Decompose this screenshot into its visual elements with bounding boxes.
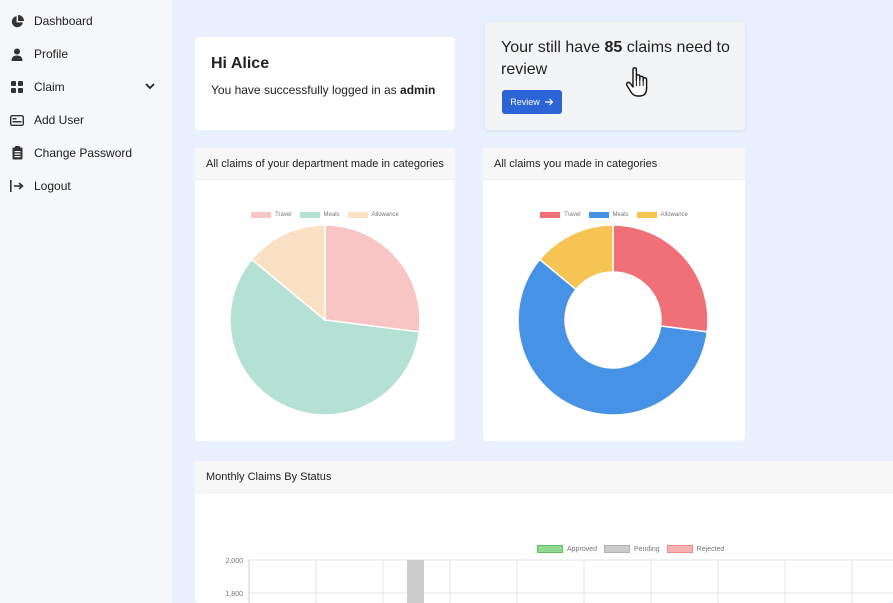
welcome-card: Hi Alice You have successfully logged in… (195, 37, 455, 130)
sidebar-item-claim[interactable]: Claim (10, 77, 170, 97)
y-tick-label: 2,000 (225, 558, 243, 565)
claims-review-text: Your still have 85 claims need to review (501, 37, 741, 81)
sidebar-item-label: Logout (34, 179, 71, 193)
my-claims-card: All claims you made in categories Travel… (483, 148, 745, 441)
pie-chart-icon (10, 14, 24, 28)
department-claims-card: All claims of your department made in ca… (195, 148, 455, 441)
welcome-message: You have successfully logged in as admin (211, 83, 435, 97)
sidebar-item-label: Profile (34, 47, 69, 61)
id-card-icon (10, 113, 24, 127)
sidebar-item-dashboard[interactable]: Dashboard (10, 11, 93, 31)
pending-bar (407, 560, 424, 603)
review-button-label: Review (510, 97, 540, 107)
chart-gridlines (248, 559, 893, 603)
logout-icon (10, 179, 24, 193)
my-donut-chart (517, 224, 709, 416)
sidebar-item-logout[interactable]: Logout (10, 176, 71, 196)
welcome-message-text: You have successfully logged in as (211, 83, 401, 97)
pending-claims-count: 85 (604, 39, 623, 56)
user-role: admin (400, 83, 436, 97)
hand-pointer-cursor-icon (625, 67, 648, 97)
arrow-right-icon (544, 98, 554, 106)
monthly-claims-card: Monthly Claims By Status Approved Pendin… (195, 461, 893, 603)
sidebar-item-label: Add User (34, 113, 85, 127)
sidebar: Dashboard Profile Claim Add User Change … (0, 0, 172, 603)
y-tick-label: 1,800 (225, 591, 243, 598)
claims-review-prefix: Your still have (501, 39, 605, 56)
sidebar-item-label: Change Password (34, 146, 133, 160)
claims-review-card: Your still have 85 claims need to review… (485, 22, 745, 130)
chevron-down-icon[interactable] (144, 80, 156, 92)
monthly-bar-chart: 2,000 1,800 (225, 558, 893, 603)
sidebar-item-profile[interactable]: Profile (10, 44, 68, 64)
slice-travel[interactable] (324, 224, 421, 333)
sidebar-item-change-password[interactable]: Change Password (10, 143, 132, 163)
grid-icon (10, 80, 24, 94)
review-button[interactable]: Review (502, 90, 562, 114)
slice-travel[interactable] (612, 224, 709, 333)
clipboard-icon (10, 146, 24, 160)
department-pie-chart (229, 224, 421, 416)
sidebar-item-label: Claim (34, 80, 65, 94)
sidebar-item-label: Dashboard (34, 14, 93, 28)
sidebar-item-add-user[interactable]: Add User (10, 110, 84, 130)
user-icon (10, 47, 24, 61)
welcome-title: Hi Alice (211, 55, 270, 72)
